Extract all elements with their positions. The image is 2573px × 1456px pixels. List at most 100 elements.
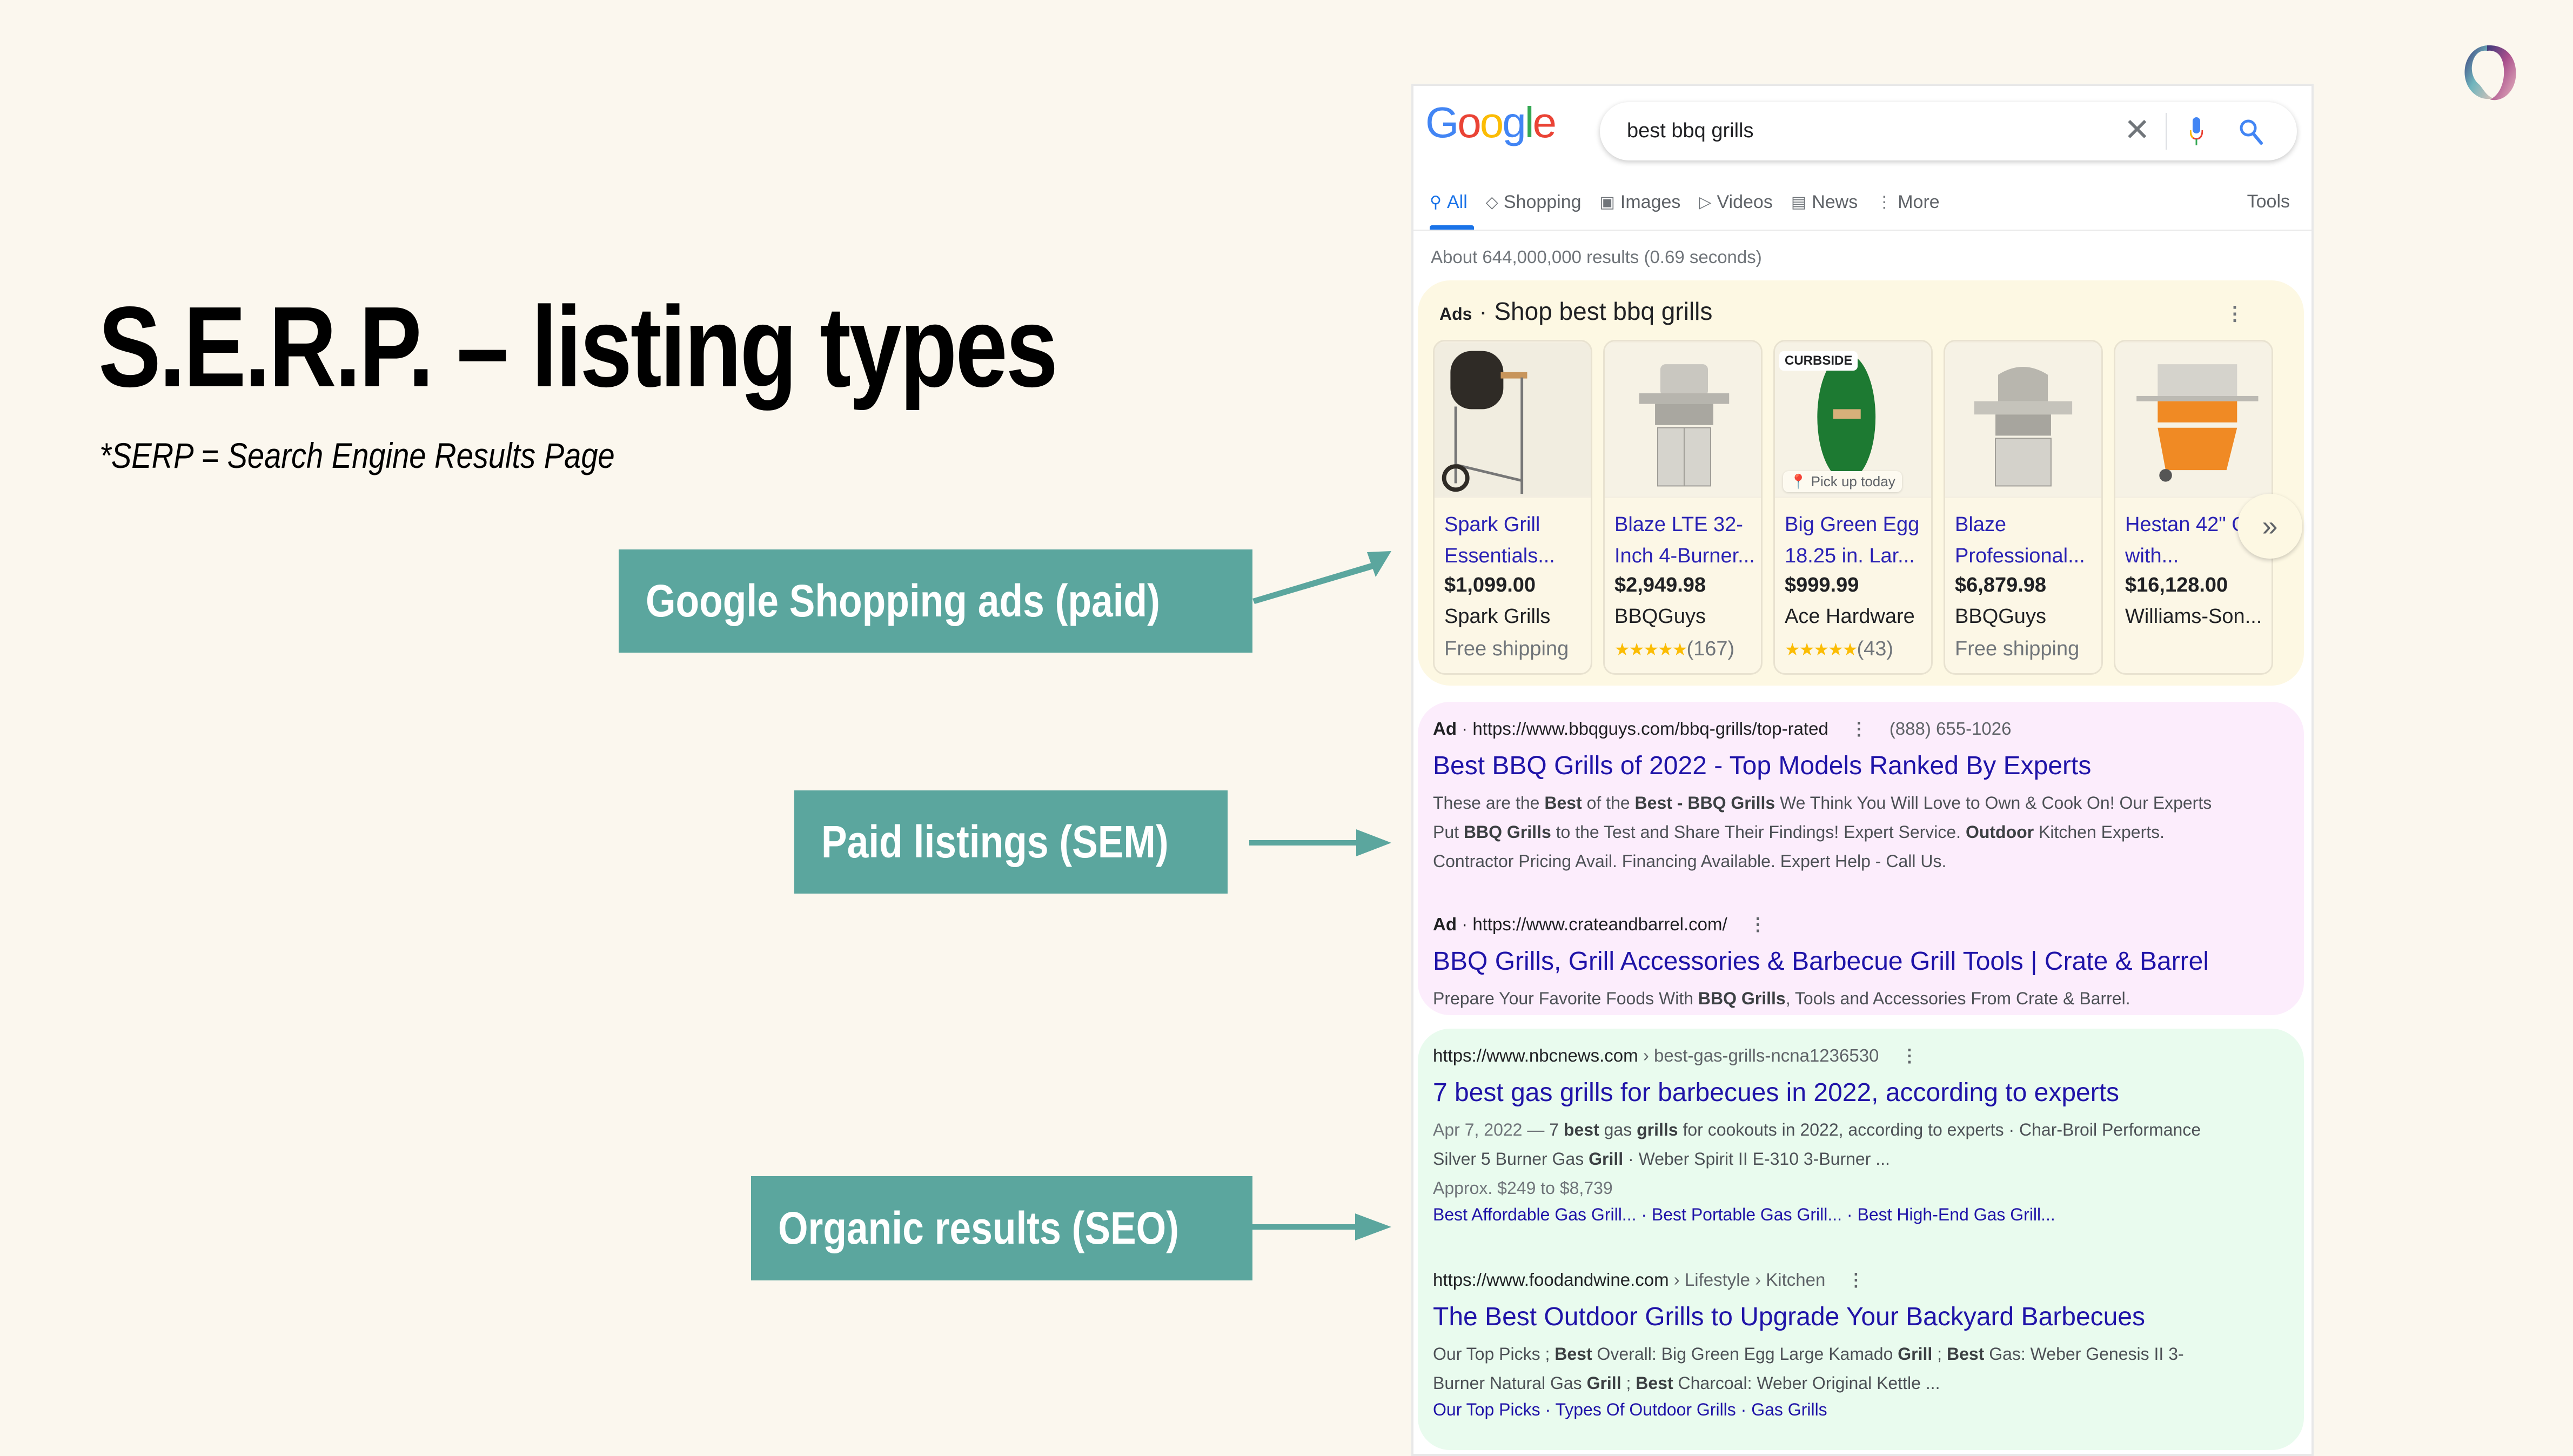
more-options-icon[interactable]: ⋮ (2225, 302, 2244, 325)
location-pin-icon: 📍 (1790, 473, 1807, 489)
tab-news[interactable]: ▤ News (1791, 189, 1858, 216)
sitelink[interactable]: Best Portable Gas Grill... (1652, 1205, 1842, 1224)
callout-label: Organic results (SEO) (778, 1203, 1179, 1253)
paid-listings-section: Ad · https://www.bbqguys.com/bbq-grills/… (1418, 702, 2304, 1015)
arrow-organic (1252, 1224, 1355, 1230)
more-options-icon[interactable]: ⋮ (1900, 1045, 1918, 1065)
sitelink[interactable]: Our Top Picks (1433, 1400, 1540, 1419)
result-url[interactable]: https://www.nbcnews.com › best-gas-grill… (1433, 1045, 2222, 1066)
tab-images[interactable]: ▣ Images (1600, 189, 1681, 216)
product-image (1435, 341, 1591, 498)
search-icon[interactable] (2237, 116, 2264, 146)
result-title-link[interactable]: BBQ Grills, Grill Accessories & Barbecue… (1433, 947, 2222, 976)
callout-paid-listings: Paid listings (SEM) (794, 790, 1228, 894)
more-options-icon[interactable]: ⋮ (1749, 914, 1767, 934)
product-store: BBQGuys (1955, 605, 2046, 628)
slide-title: S.E.R.P. – listing types (98, 283, 1058, 411)
product-store: BBQGuys (1614, 605, 1706, 628)
product-title[interactable]: Spark Grill Essentials... (1444, 509, 1587, 572)
search-icon: ⚲ (1430, 193, 1442, 211)
product-card[interactable]: CURBSIDE 📍 Pick up today Big Green Egg 1… (1773, 340, 1933, 675)
more-options-icon[interactable]: ⋮ (1847, 1270, 1865, 1290)
product-card[interactable]: Spark Grill Essentials... $1,099.00 Spar… (1433, 340, 1592, 675)
callout-shopping-ads: Google Shopping ads (paid) (619, 549, 1252, 653)
product-price: $16,128.00 (2125, 574, 2228, 596)
double-chevron-right-icon: » (2262, 511, 2278, 542)
search-tabs: ⚲ All ◇ Shopping ▣ Images ▷ Videos ▤ News ⋮ Mo… (1430, 189, 1940, 216)
clear-icon[interactable]: ✕ (2124, 114, 2150, 146)
result-title-link[interactable]: Best BBQ Grills of 2022 - Top Models Ran… (1433, 751, 2222, 781)
arrow-organic-head (1355, 1213, 1391, 1240)
microphone-icon[interactable] (2190, 116, 2203, 146)
product-store: Ace Hardware (1785, 605, 1915, 628)
organic-result: https://www.nbcnews.com › best-gas-grill… (1433, 1045, 2222, 1225)
search-input[interactable]: best bbq grills (1627, 119, 1753, 143)
product-price: $1,099.00 (1444, 574, 1536, 596)
result-title-link[interactable]: 7 best gas grills for barbecues in 2022,… (1433, 1078, 2222, 1108)
result-url[interactable]: Ad · https://www.crateandbarrel.com/⋮ (1433, 914, 2222, 935)
star-rating-icon: ★★★★★ (1785, 640, 1858, 659)
arrow-paid-head (1356, 829, 1391, 856)
callout-label: Google Shopping ads (paid) (646, 575, 1160, 626)
tag-icon: ◇ (1485, 193, 1498, 211)
arrow-paid (1249, 840, 1357, 846)
play-icon: ▷ (1699, 193, 1712, 211)
result-title-link[interactable]: The Best Outdoor Grills to Upgrade Your … (1433, 1302, 2222, 1332)
sitelink[interactable]: Best High-End Gas Grill... (1857, 1205, 2055, 1224)
carousel-next-button[interactable]: » (2237, 494, 2302, 559)
product-store: Spark Grills (1444, 605, 1551, 628)
product-store: Williams-Son... (2125, 605, 2262, 628)
product-carousel: Spark Grill Essentials... $1,099.00 Spar… (1433, 340, 2273, 675)
price-range: Approx. $249 to $8,739 (1433, 1178, 1613, 1198)
news-icon: ▤ (1791, 193, 1807, 211)
product-image (1945, 341, 2101, 498)
product-title[interactable]: Big Green Egg 18.25 in. Lar... (1785, 509, 1928, 572)
product-card[interactable]: Blaze LTE 32-Inch 4-Burner... $2,949.98 … (1603, 340, 1763, 675)
paid-result: Ad · https://www.crateandbarrel.com/⋮ BB… (1433, 914, 2222, 1013)
arrow-shopping (1252, 560, 1382, 604)
sitelink[interactable]: Best Affordable Gas Grill... (1433, 1205, 1636, 1224)
tabs-divider (1413, 230, 2311, 231)
more-options-icon[interactable]: ⋮ (1850, 719, 1868, 739)
result-url[interactable]: https://www.foodandwine.com › Lifestyle … (1433, 1269, 2222, 1290)
tab-more[interactable]: ⋮ More (1876, 189, 1939, 216)
shopping-ads-section: Ads · Shop best bbq grills ⋮ Spark Grill… (1418, 280, 2304, 686)
result-date: Apr 7, 2022 — (1433, 1120, 1550, 1139)
tab-videos[interactable]: ▷ Videos (1699, 189, 1772, 216)
organic-result: https://www.foodandwine.com › Lifestyle … (1433, 1269, 2222, 1420)
tab-shopping[interactable]: ◇ Shopping (1486, 189, 1582, 216)
arrow-shopping-head (1367, 551, 1391, 577)
callout-label: Paid listings (SEM) (821, 816, 1169, 867)
product-price: $999.99 (1785, 574, 1859, 596)
search-box[interactable]: best bbq grills ✕ (1600, 102, 2297, 160)
star-rating-icon: ★★★★★ (1614, 640, 1687, 659)
sitelink[interactable]: Types Of Outdoor Grills (1555, 1400, 1736, 1419)
result-url[interactable]: Ad · https://www.bbqguys.com/bbq-grills/… (1433, 718, 2222, 739)
result-stats: About 644,000,000 results (0.69 seconds) (1431, 247, 1762, 267)
serp-screenshot: Google best bbq grills ✕ ⚲ All ◇ Shopping … (1411, 84, 2314, 1456)
slide-subtitle: *SERP = Search Engine Results Page (99, 435, 615, 475)
tab-all[interactable]: ⚲ All (1430, 189, 1468, 216)
paid-result: Ad · https://www.bbqguys.com/bbq-grills/… (1433, 718, 2222, 876)
product-image (1605, 341, 1761, 498)
result-description: Prepare Your Favorite Foods With BBQ Gri… (1433, 989, 2130, 1008)
brand-ring-logo-icon (2464, 45, 2516, 100)
product-price: $6,879.98 (1955, 574, 2047, 596)
product-image (2115, 341, 2272, 498)
callout-organic-results: Organic results (SEO) (751, 1176, 1252, 1280)
more-vert-icon: ⋮ (1876, 193, 1893, 211)
product-title[interactable]: Blaze LTE 32-Inch 4-Burner... (1614, 509, 1758, 572)
sitelink[interactable]: Gas Grills (1751, 1400, 1827, 1419)
product-rating: ★★★★★(43) (1785, 638, 1894, 660)
curbside-badge: CURBSIDE (1779, 351, 1858, 371)
google-logo[interactable]: Google (1425, 98, 1557, 147)
phone-number[interactable]: (888) 655-1026 (1889, 719, 2012, 739)
product-rating: ★★★★★(167) (1614, 638, 1735, 660)
shopping-ads-heading: Ads · Shop best bbq grills (1439, 297, 1713, 325)
product-price: $2,949.98 (1614, 574, 1706, 596)
product-title[interactable]: Blaze Professional... (1955, 509, 2098, 572)
tools-button[interactable]: Tools (2247, 191, 2290, 212)
active-tab-indicator (1430, 225, 1474, 230)
product-card[interactable]: Blaze Professional... $6,879.98 BBQGuys … (1944, 340, 2103, 675)
sitelinks: Our Top Picks · Types Of Outdoor Grills … (1433, 1400, 1827, 1419)
